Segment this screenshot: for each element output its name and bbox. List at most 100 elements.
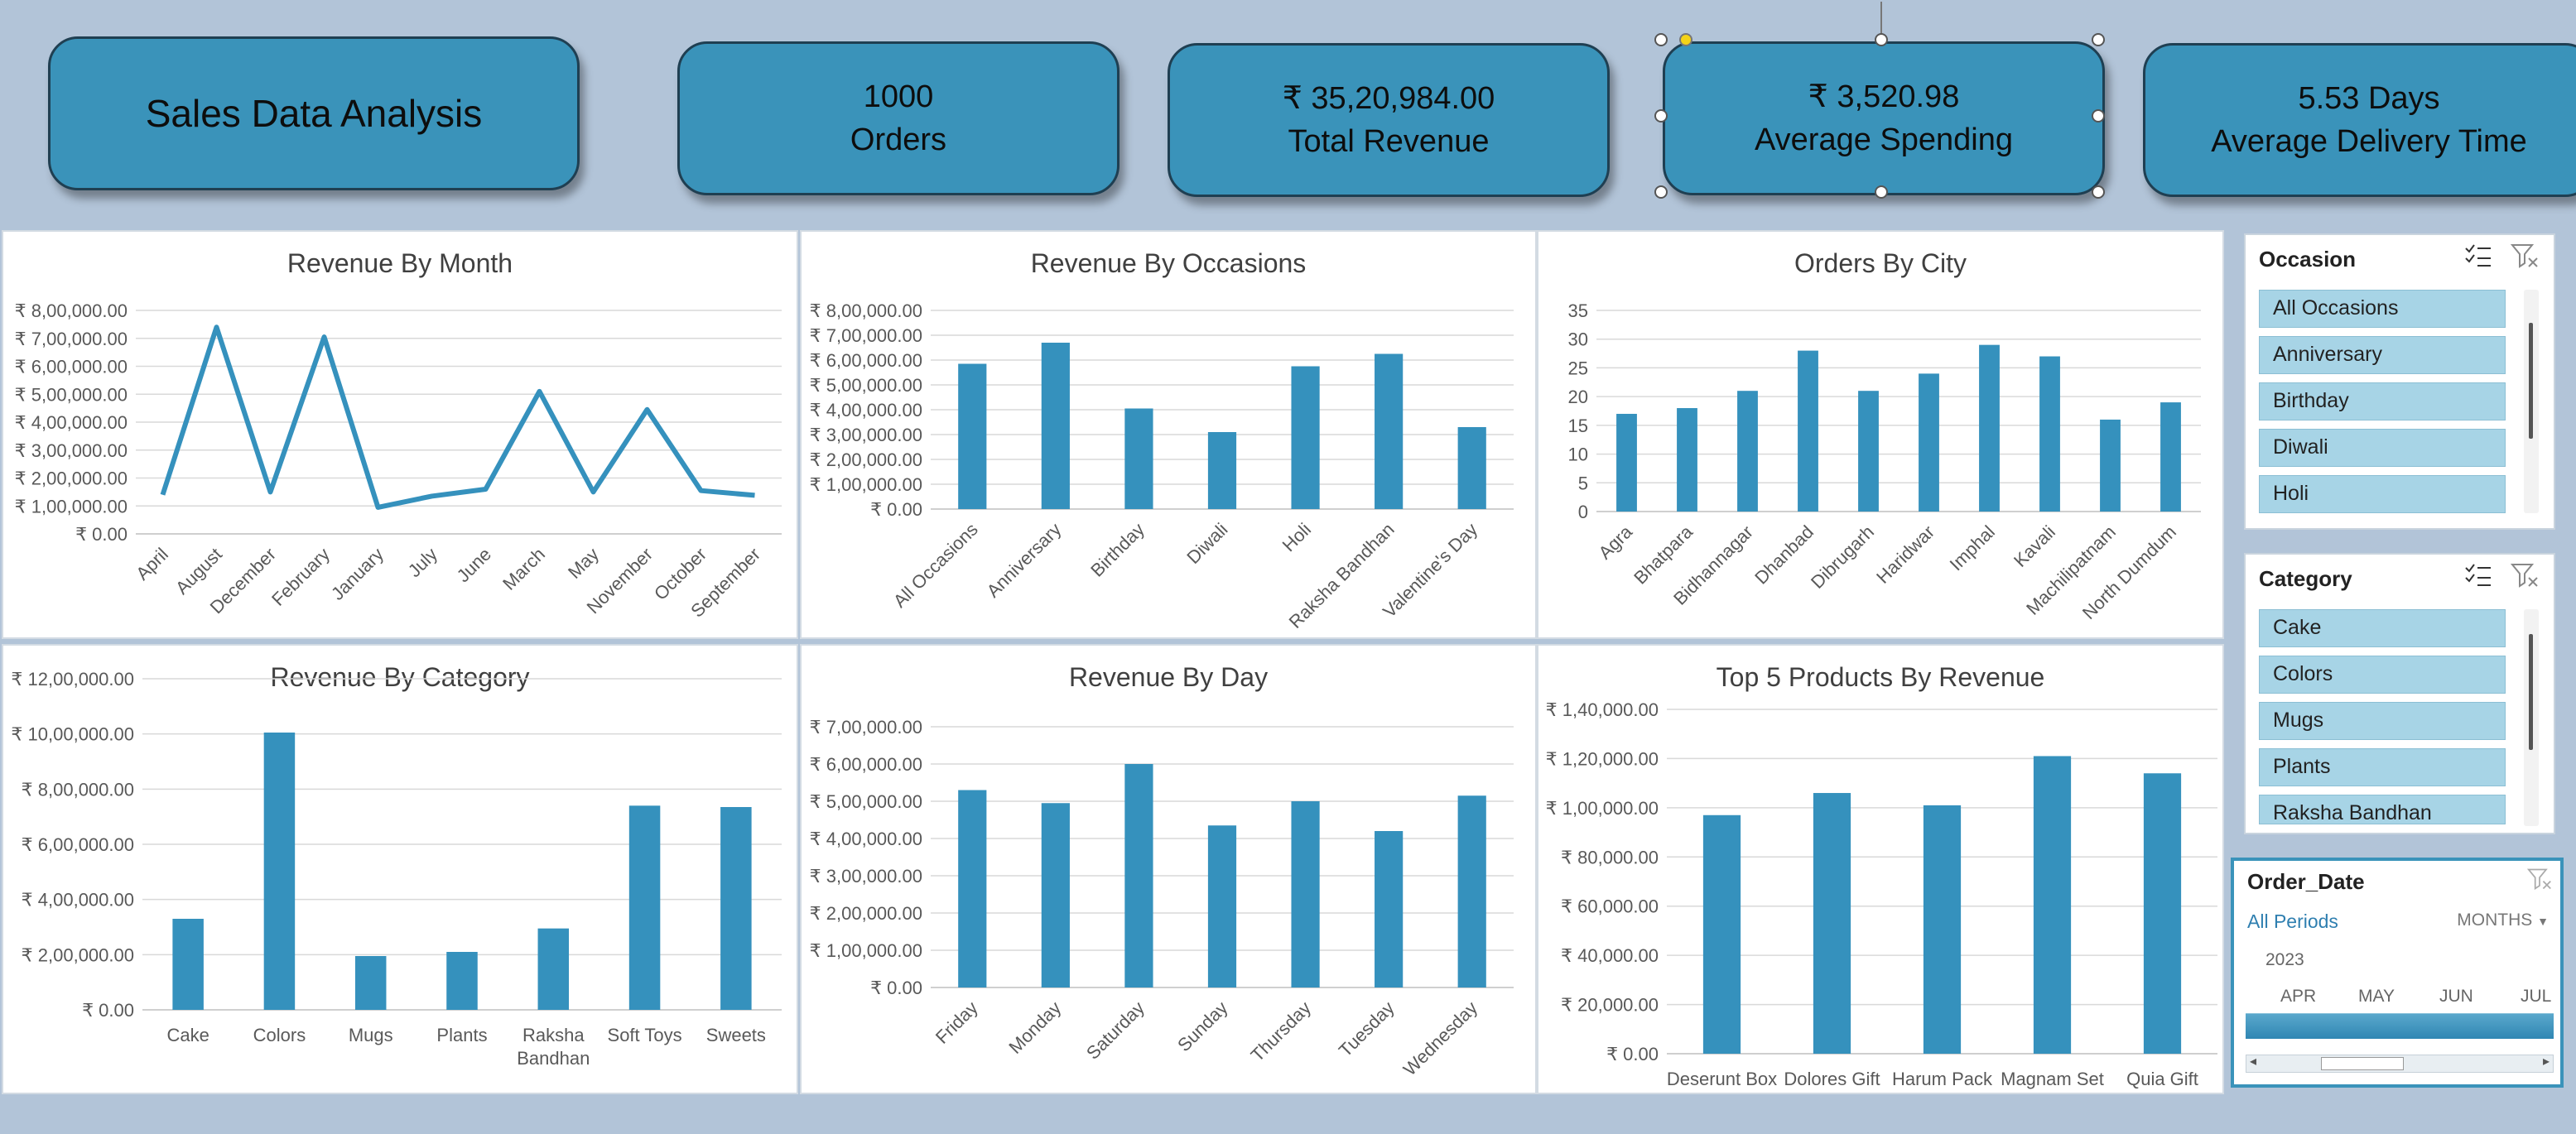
x-tick-label: Dolores Gift bbox=[1784, 1069, 1880, 1089]
kpi-delivery-value: 5.53 Days bbox=[2298, 81, 2440, 116]
bar bbox=[446, 952, 478, 1010]
chart-svg: ₹ 0.00 ₹ 1,00,000.00 ₹ 2,00,000.00 ₹ 3,00,0… bbox=[810, 717, 1514, 1079]
kpi-orders-value: 1000 bbox=[863, 79, 934, 114]
kpi-revenue-card[interactable]: ₹ 35,20,984.00 Total Revenue bbox=[1168, 43, 1610, 197]
x-tick-label: Kavali bbox=[2010, 521, 2059, 571]
resize-handle-ne[interactable] bbox=[2092, 33, 2105, 46]
y-tick-label: ₹ 4,00,000.00 bbox=[810, 400, 922, 420]
order-date-timeline[interactable]: Order_Date All Periods MONTHS ▼ 2023 APR… bbox=[2231, 858, 2564, 1088]
y-tick-label: ₹ 3,00,000.00 bbox=[810, 866, 922, 887]
slicer-item[interactable]: Holi bbox=[2259, 475, 2506, 513]
x-tick-label: Haridwar bbox=[1872, 521, 1938, 588]
resize-handle-se[interactable] bbox=[2092, 185, 2105, 199]
y-tick-label: 20 bbox=[1568, 387, 1588, 407]
kpi-delivery-card[interactable]: 5.53 Days Average Delivery Time bbox=[2143, 43, 2576, 197]
resize-handle-sw[interactable] bbox=[1654, 185, 1668, 199]
chart-revenue-by-month[interactable]: Revenue By Month ₹ 0.00 ₹ 1,00,000.00 ₹ 2,… bbox=[2, 230, 798, 639]
chart-orders-by-city[interactable]: Orders By City 0 5 10 15 20 25 30 35 Agra Bhatpar… bbox=[1537, 230, 2224, 639]
x-tick-label: Tuesday bbox=[1335, 997, 1399, 1061]
y-tick-label: ₹ 4,00,000.00 bbox=[15, 412, 128, 433]
chart-revenue-by-day[interactable]: Revenue By Day ₹ 0.00 ₹ 1,00,000.00 ₹ 2,00… bbox=[800, 644, 1537, 1094]
chart-revenue-by-occasions[interactable]: Revenue By Occasions ₹ 0.00 ₹ 1,00,000.00… bbox=[800, 230, 1537, 639]
scroll-left-icon[interactable]: ◂ bbox=[2250, 1053, 2256, 1069]
kpi-avg-spending-value: ₹ 3,520.98 bbox=[1808, 79, 1960, 114]
slicer-item[interactable]: Birthday bbox=[2259, 382, 2506, 420]
y-tick-label: ₹ 60,000.00 bbox=[1561, 896, 1659, 917]
clear-filter-icon[interactable] bbox=[2511, 563, 2539, 588]
y-tick-label: ₹ 6,00,000.00 bbox=[22, 834, 134, 855]
bar bbox=[1375, 831, 1404, 987]
resize-handle-nw[interactable] bbox=[1654, 33, 1668, 46]
bar bbox=[1291, 801, 1320, 987]
bar bbox=[354, 956, 387, 1010]
x-tick-label: Saturday bbox=[1082, 997, 1148, 1064]
scroll-right-icon[interactable]: ▸ bbox=[2543, 1053, 2550, 1069]
slicer-item[interactable]: Cake bbox=[2259, 609, 2506, 647]
slicer-item[interactable]: Diwali bbox=[2259, 429, 2506, 467]
slicer-title: Category bbox=[2259, 566, 2352, 591]
slicer-item[interactable]: Anniversary bbox=[2259, 336, 2506, 374]
bar bbox=[720, 807, 752, 1010]
y-tick-label: ₹ 1,40,000.00 bbox=[1546, 699, 1659, 720]
bar bbox=[1041, 343, 1070, 509]
clear-filter-icon[interactable] bbox=[2511, 243, 2539, 268]
slicer-title: Occasion bbox=[2259, 247, 2357, 271]
slicer-item[interactable]: Mugs bbox=[2259, 702, 2506, 740]
resize-handle-w[interactable] bbox=[1654, 109, 1668, 123]
timeline-level-dropdown[interactable]: MONTHS ▼ bbox=[2457, 911, 2549, 930]
timeline-scrollbar[interactable]: ◂ ▸ bbox=[2246, 1055, 2554, 1073]
x-tick-label: Thursday bbox=[1247, 997, 1316, 1066]
x-tick-label: Diwali bbox=[1182, 519, 1231, 568]
slicer-scrollbar[interactable] bbox=[2524, 290, 2539, 513]
bar bbox=[1798, 350, 1818, 512]
multi-select-icon[interactable] bbox=[2464, 243, 2492, 268]
resize-handle-n[interactable] bbox=[1875, 33, 1888, 46]
x-tick-label: Soft Toys bbox=[608, 1025, 682, 1045]
x-tick-label: Sweets bbox=[706, 1025, 766, 1045]
slicer-scroll-thumb[interactable] bbox=[2529, 634, 2533, 750]
slicer-item[interactable]: Plants bbox=[2259, 748, 2506, 786]
bar bbox=[1124, 408, 1153, 509]
chart-top5-products[interactable]: Top 5 Products By Revenue ₹ 0.00 ₹ 20,000… bbox=[1537, 644, 2224, 1094]
multi-select-icon[interactable] bbox=[2464, 563, 2492, 588]
x-tick-label: Anniversary bbox=[983, 519, 1066, 602]
bar bbox=[628, 805, 661, 1010]
timeline-month: JUL bbox=[2521, 987, 2552, 1006]
y-tick-label: ₹ 0.00 bbox=[82, 1000, 134, 1021]
shape-adjust-handle[interactable] bbox=[1679, 33, 1692, 46]
clear-filter-icon[interactable] bbox=[2527, 867, 2552, 891]
timeline-bar[interactable] bbox=[2246, 1013, 2554, 1039]
bar bbox=[263, 733, 296, 1010]
y-tick-label: ₹ 6,00,000.00 bbox=[15, 357, 128, 377]
slicer-scrollbar[interactable] bbox=[2524, 609, 2539, 826]
y-tick-label: 35 bbox=[1568, 300, 1588, 321]
kpi-orders-card[interactable]: 1000 Orders bbox=[677, 41, 1119, 195]
slicer-item[interactable]: Colors bbox=[2259, 656, 2506, 694]
bar bbox=[1041, 803, 1070, 987]
resize-handle-e[interactable] bbox=[2092, 109, 2105, 123]
chart-revenue-by-category[interactable]: Revenue By Category ₹ 0.00 ₹ 2,00,000.00 ₹… bbox=[2, 644, 798, 1094]
slicer-item[interactable]: Raksha Bandhan bbox=[2259, 795, 2506, 824]
x-tick-label: Quia Gift bbox=[2126, 1069, 2198, 1089]
kpi-avg-spending-card[interactable]: ₹ 3,520.98 Average Spending bbox=[1663, 41, 2105, 195]
category-slicer[interactable]: Category Cake Colors Mugs Plants Raksha … bbox=[2244, 553, 2555, 834]
y-tick-label: ₹ 12,00,000.00 bbox=[11, 669, 134, 690]
bar bbox=[1207, 432, 1237, 509]
kpi-revenue-label: Total Revenue bbox=[1288, 124, 1490, 159]
bar bbox=[1124, 764, 1153, 987]
occasion-slicer[interactable]: Occasion All Occasions Anniversary Birth… bbox=[2244, 233, 2555, 530]
y-tick-label: ₹ 7,00,000.00 bbox=[810, 325, 922, 346]
resize-handle-s[interactable] bbox=[1875, 185, 1888, 199]
y-tick-label: 15 bbox=[1568, 416, 1588, 436]
timeline-scroll-thumb[interactable] bbox=[2321, 1057, 2404, 1070]
bar bbox=[1979, 344, 2000, 512]
bar bbox=[2039, 356, 2060, 512]
dashboard-title-card[interactable]: Sales Data Analysis bbox=[48, 36, 580, 190]
slicer-scroll-thumb[interactable] bbox=[2529, 323, 2533, 439]
slicer-item[interactable]: All Occasions bbox=[2259, 290, 2506, 328]
y-tick-label: 30 bbox=[1568, 329, 1588, 350]
y-tick-label: 25 bbox=[1568, 358, 1588, 378]
y-tick-label: ₹ 2,00,000.00 bbox=[810, 449, 922, 470]
bar bbox=[1457, 795, 1486, 987]
x-tick-label: Holi bbox=[1278, 519, 1315, 555]
